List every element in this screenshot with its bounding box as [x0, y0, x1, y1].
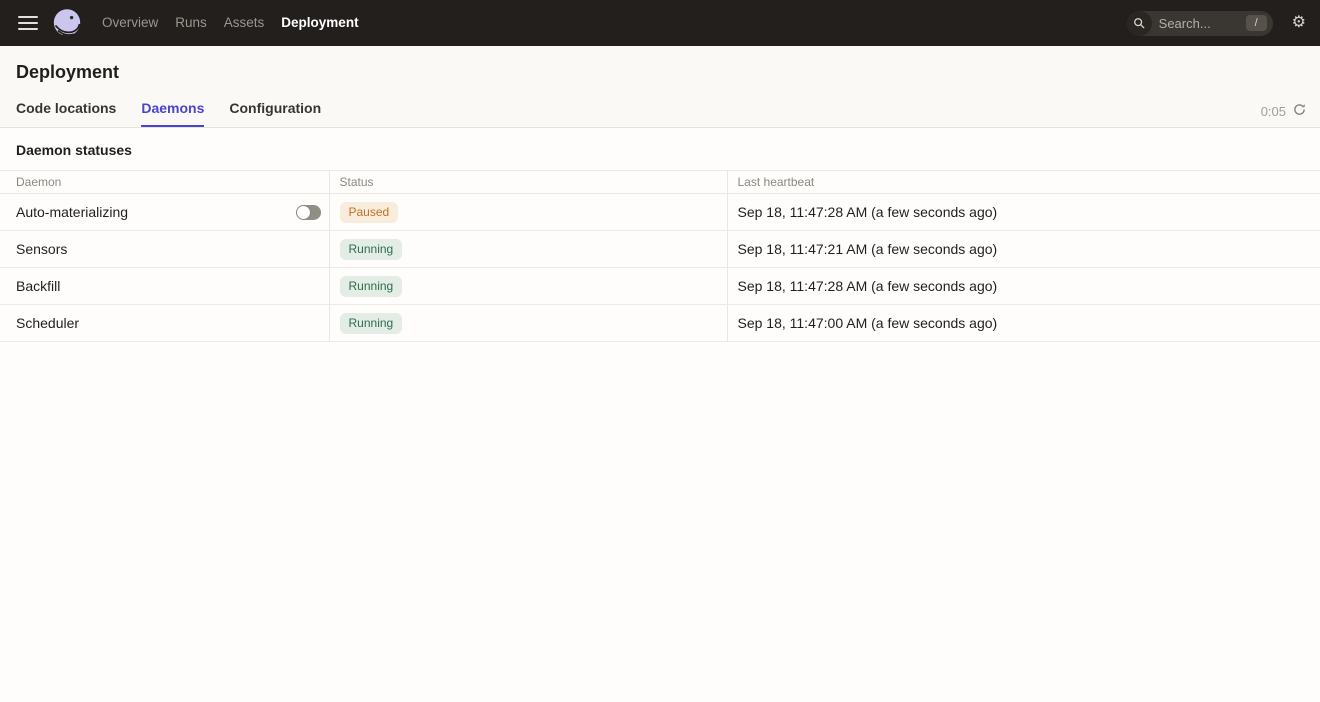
settings-button[interactable]: ⚙ [1292, 15, 1306, 31]
refresh-countdown: 0:05 [1261, 104, 1286, 119]
page-header: Deployment Code locations Daemons Config… [0, 46, 1320, 128]
refresh-icon [1293, 103, 1306, 119]
search-input[interactable] [1152, 16, 1246, 31]
status-badge: Running [340, 239, 403, 260]
gear-icon: ⚙ [1292, 14, 1306, 31]
table-row: Scheduler Running Sep 18, 11:47:00 AM (a… [0, 305, 1320, 342]
app-root: Overview Runs Assets Deployment / ⚙ Depl… [0, 0, 1320, 342]
status-badge: Running [340, 313, 403, 334]
dagster-logo[interactable] [52, 8, 82, 38]
table-row: Backfill Running Sep 18, 11:47:28 AM (a … [0, 268, 1320, 305]
section-title: Daemon statuses [0, 128, 1320, 170]
nav-item-runs[interactable]: Runs [175, 0, 207, 46]
column-header-last-heartbeat: Last heartbeat [727, 171, 1320, 194]
tab-bar: Code locations Daemons Configuration [16, 96, 321, 127]
top-navigation-bar: Overview Runs Assets Deployment / ⚙ [0, 0, 1320, 46]
nav-item-assets[interactable]: Assets [224, 0, 265, 46]
auto-materializing-toggle[interactable] [296, 205, 321, 220]
refresh-control: 0:05 [1261, 103, 1306, 127]
hamburger-icon [18, 16, 38, 30]
refresh-button[interactable] [1293, 103, 1306, 119]
daemon-name: Scheduler [16, 315, 79, 331]
tab-code-locations[interactable]: Code locations [16, 96, 116, 127]
last-heartbeat: Sep 18, 11:47:28 AM (a few seconds ago) [727, 268, 1320, 305]
last-heartbeat: Sep 18, 11:47:00 AM (a few seconds ago) [727, 305, 1320, 342]
daemon-name: Sensors [16, 241, 67, 257]
column-header-status: Status [329, 171, 727, 194]
main-nav: Overview Runs Assets Deployment [102, 0, 359, 46]
status-badge: Paused [340, 202, 399, 223]
toggle-knob [297, 206, 310, 219]
page-title: Deployment [0, 46, 1320, 96]
nav-item-deployment[interactable]: Deployment [281, 0, 358, 46]
content: Daemon statuses Daemon Status Last heart… [0, 128, 1320, 342]
table-row: Auto-materializing Paused Sep 18, 11:47:… [0, 194, 1320, 231]
table-header-row: Daemon Status Last heartbeat [0, 171, 1320, 194]
nav-menu-button[interactable] [14, 8, 42, 38]
daemon-name: Auto-materializing [16, 204, 128, 220]
tab-daemons[interactable]: Daemons [141, 96, 204, 127]
daemon-table: Daemon Status Last heartbeat Auto-materi… [0, 170, 1320, 342]
dagster-logo-icon [52, 8, 82, 38]
search-icon [1127, 11, 1152, 36]
daemon-name: Backfill [16, 278, 60, 294]
column-header-daemon: Daemon [0, 171, 329, 194]
search-shortcut-badge: / [1246, 15, 1267, 31]
tabs-row: Code locations Daemons Configuration 0:0… [0, 96, 1320, 127]
last-heartbeat: Sep 18, 11:47:28 AM (a few seconds ago) [727, 194, 1320, 231]
search-box[interactable]: / [1127, 11, 1273, 36]
last-heartbeat: Sep 18, 11:47:21 AM (a few seconds ago) [727, 231, 1320, 268]
nav-item-overview[interactable]: Overview [102, 0, 158, 46]
table-row: Sensors Running Sep 18, 11:47:21 AM (a f… [0, 231, 1320, 268]
status-badge: Running [340, 276, 403, 297]
tab-configuration[interactable]: Configuration [229, 96, 321, 127]
